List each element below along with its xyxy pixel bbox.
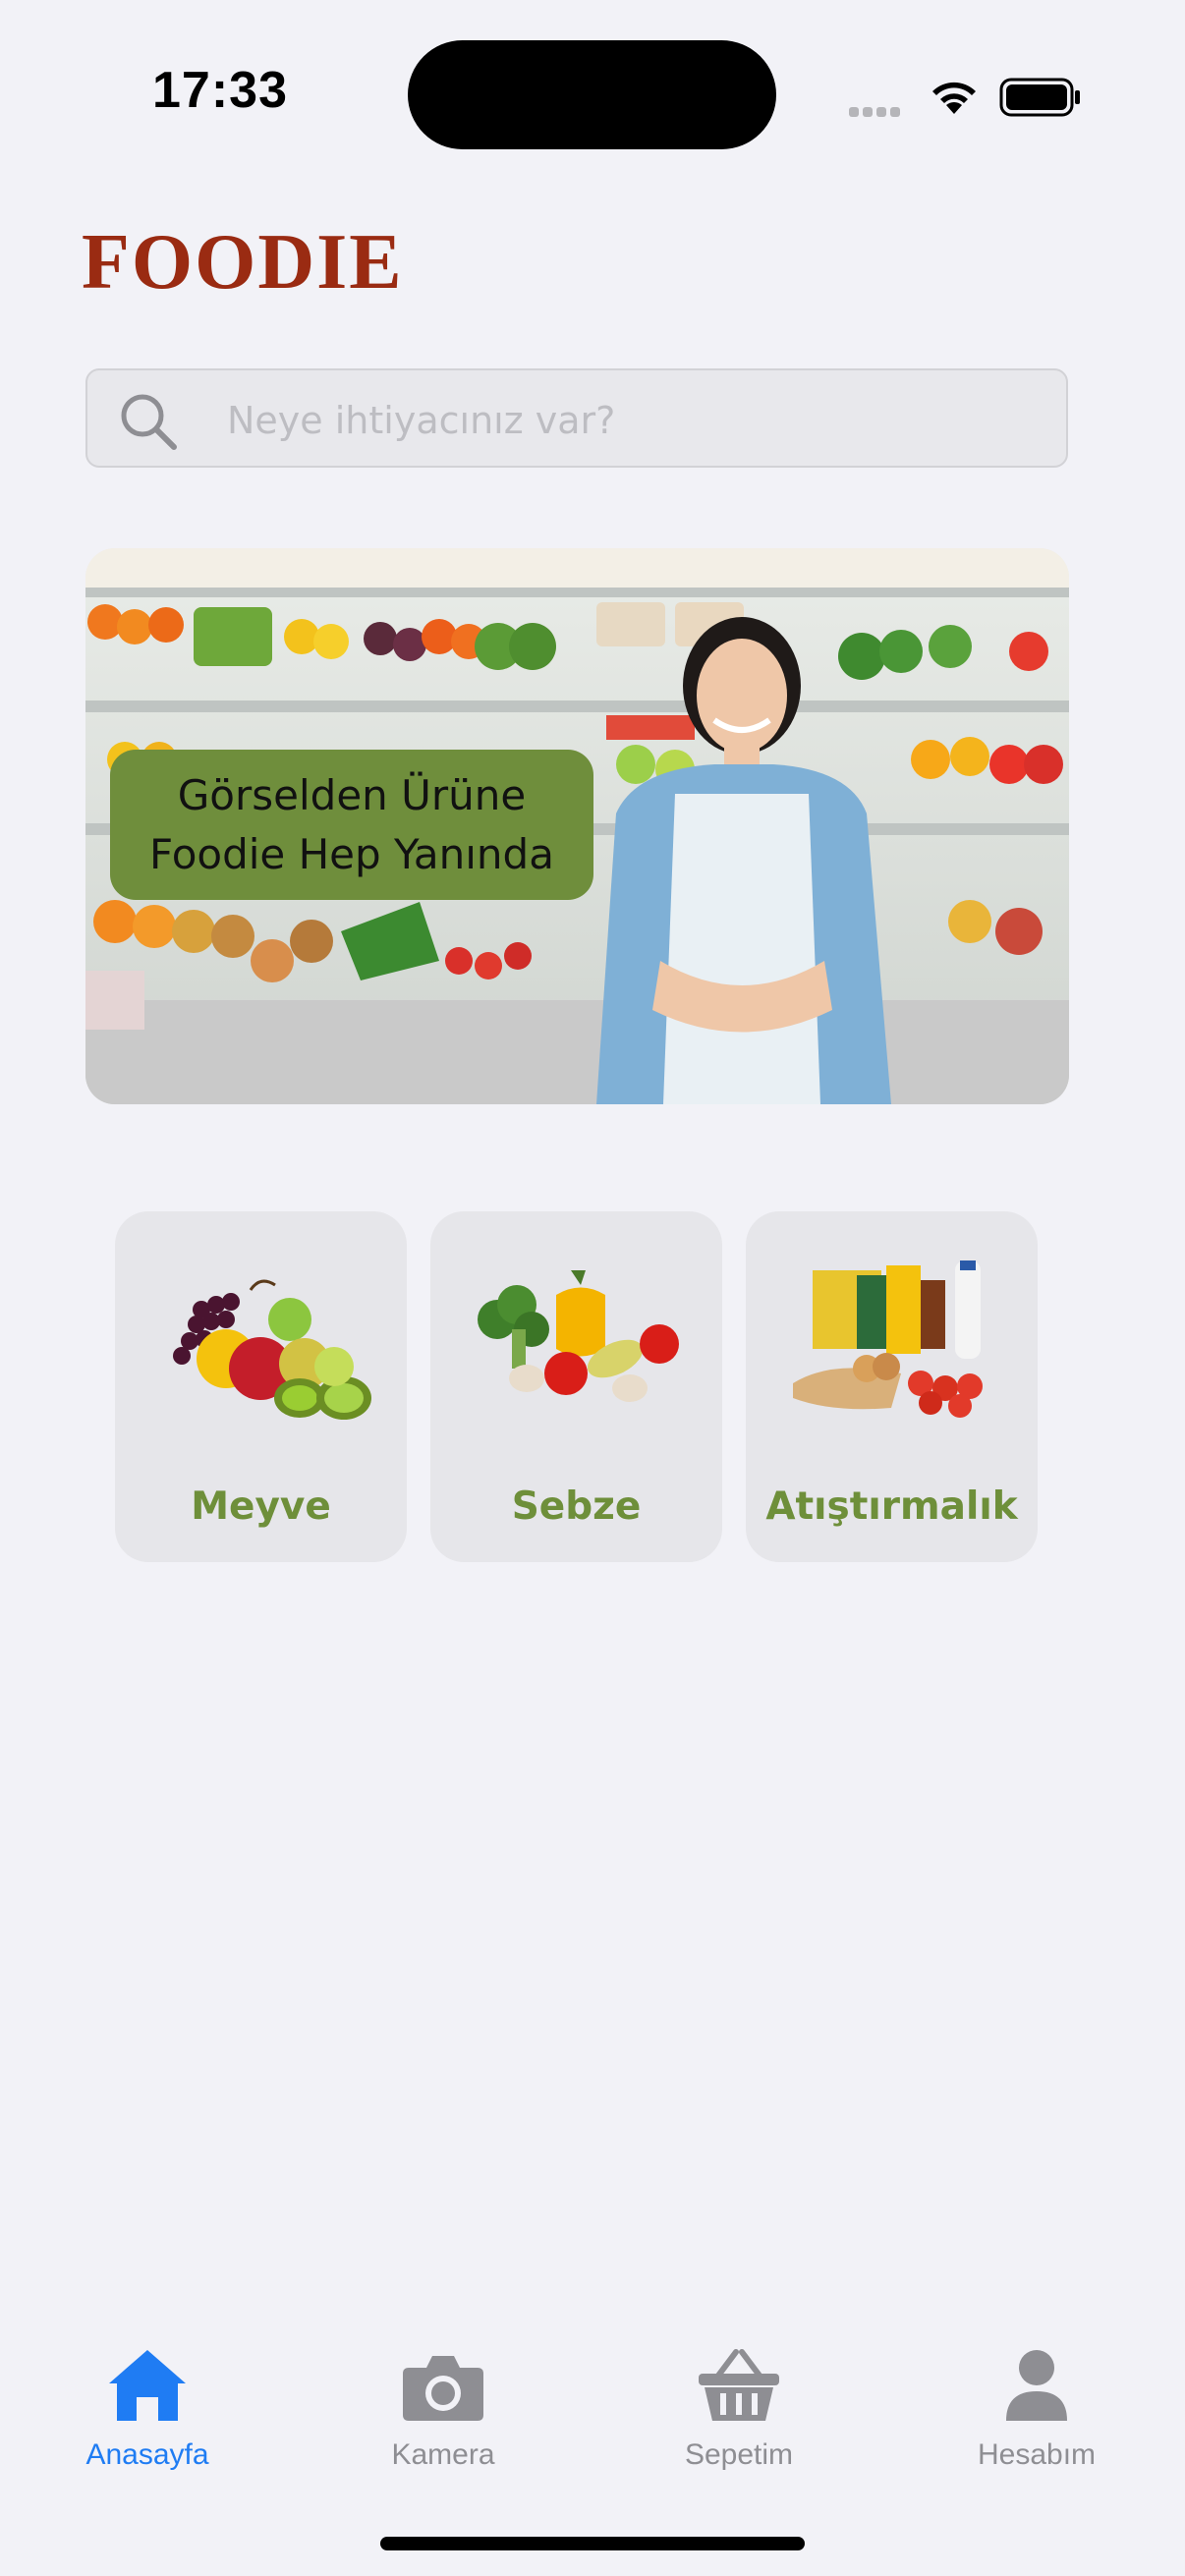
camera-icon [403, 2356, 483, 2421]
tab-label: Kamera [391, 2438, 495, 2471]
signal-icon [849, 102, 904, 121]
tab-label: Hesabım [977, 2438, 1097, 2471]
wifi-icon [928, 75, 981, 120]
search-input[interactable] [225, 390, 1035, 451]
category-label: Meyve [191, 1484, 331, 1529]
basket-icon [699, 2349, 779, 2421]
tab-kamera[interactable]: Kamera [325, 2328, 561, 2476]
battery-icon [999, 77, 1082, 122]
banner-label: Görselden Ürüne Foodie Hep Yanında [110, 750, 593, 900]
tab-hesabim[interactable]: Hesabım [919, 2328, 1155, 2476]
snack-icon [793, 1260, 983, 1418]
tab-label: Anasayfa [85, 2438, 209, 2471]
category-card-sebze[interactable]: Sebze [430, 1211, 722, 1562]
dynamic-island [408, 40, 776, 149]
banner-line-2: Foodie Hep Yanında [149, 829, 554, 878]
person-icon [1006, 2350, 1067, 2421]
home-indicator[interactable] [380, 2537, 805, 2550]
category-card-meyve[interactable]: Meyve [115, 1211, 407, 1562]
promo-banner[interactable]: Görselden Ürüne Foodie Hep Yanında [85, 548, 1069, 1104]
status-time: 17:33 [152, 62, 288, 119]
category-card-atistirmalik[interactable]: Atıştırmalık [746, 1211, 1038, 1562]
tab-bar: Anasayfa Kamera Sepetim Hesabım [0, 2328, 1185, 2476]
tab-label: Sepetim [684, 2438, 794, 2471]
search-bar[interactable] [85, 368, 1068, 468]
search-icon [117, 390, 180, 457]
category-label: Sebze [511, 1484, 642, 1529]
vegetable-icon [478, 1270, 679, 1402]
category-label: Atıştırmalık [765, 1484, 1018, 1529]
tab-sepetim[interactable]: Sepetim [621, 2328, 857, 2476]
home-icon [109, 2350, 186, 2421]
fruit-icon [173, 1279, 371, 1420]
banner-line-1: Görselden Ürüne [177, 770, 527, 819]
app-logo: FOODIE [82, 219, 404, 306]
tab-anasayfa[interactable]: Anasayfa [29, 2328, 265, 2476]
